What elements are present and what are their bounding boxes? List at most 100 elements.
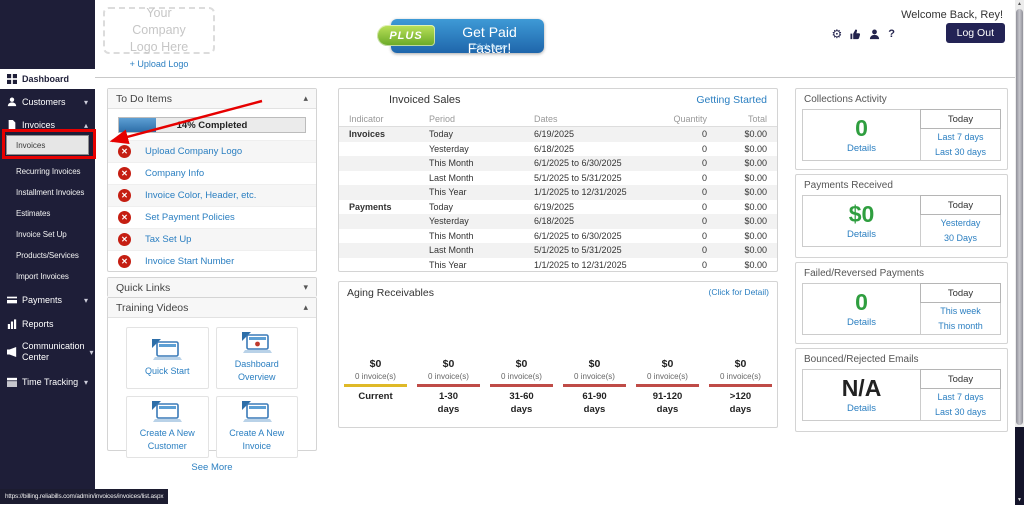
tab-this-week[interactable]: This week [921, 303, 1000, 319]
bucket-bar [344, 384, 407, 387]
scrollbar-thumb[interactable] [1016, 9, 1023, 425]
sidebar-subitem-estimates[interactable]: Estimates [0, 203, 95, 224]
todo-link[interactable]: Upload Company Logo [145, 146, 242, 157]
sidebar-subitem-invoices-selected[interactable]: Invoices [6, 135, 89, 155]
video-card-create-invoice[interactable]: Create A New Invoice [216, 396, 299, 458]
todo-link[interactable]: Company Info [145, 168, 204, 179]
help-icon[interactable]: ? [888, 28, 895, 40]
payments-received-panel: Payments Received $0 Details Today Yeste… [795, 174, 1008, 258]
sidebar-item-dashboard[interactable]: Dashboard [0, 69, 95, 89]
tab-last-30-days[interactable]: Last 30 days [921, 405, 1000, 421]
todo-link[interactable]: Tax Set Up [145, 234, 191, 245]
sidebar-item-reports[interactable]: Reports [0, 313, 95, 335]
table-row: This Year1/1/2025 to 12/31/20250$0.00 [339, 185, 777, 200]
sidebar-subitem-recurring-invoices[interactable]: Recurring Invoices [0, 161, 95, 182]
get-paid-faster-banner[interactable]: PLUS Get Paid Faster! Click here [391, 19, 544, 53]
sidebar-item-time-tracking[interactable]: Time Tracking ▾ [0, 369, 95, 395]
collapse-icon[interactable]: ▴ [303, 302, 308, 313]
stat-box: 0 Details Today This week This month [802, 283, 1001, 335]
tab-last-30-days[interactable]: Last 30 days [921, 145, 1000, 161]
bucket-bar [490, 384, 553, 387]
stat-tabs: Today Last 7 days Last 30 days [920, 110, 1000, 160]
getting-started-link[interactable]: Getting Started [696, 94, 767, 106]
aging-bucket-91-120[interactable]: $0 0 invoice(s) 91-120days [631, 358, 704, 417]
cell-total: $0.00 [707, 202, 777, 212]
tab-last-7-days[interactable]: Last 7 days [921, 129, 1000, 145]
video-card-create-customer[interactable]: Create A New Customer [126, 396, 209, 458]
video-card-quick-start[interactable]: Quick Start [126, 327, 209, 389]
details-link[interactable]: Details [847, 229, 876, 240]
scroll-down-arrow-icon[interactable]: ▼ [1015, 496, 1024, 505]
stat-left: 0 Details [803, 110, 920, 160]
tab-30-days[interactable]: 30 Days [921, 231, 1000, 247]
collapse-icon[interactable]: ▴ [303, 93, 308, 104]
tab-today[interactable]: Today [920, 369, 1001, 389]
cell-total: $0.00 [707, 173, 777, 183]
tab-this-month[interactable]: This month [921, 319, 1000, 335]
aging-bucket-61-90[interactable]: $0 0 invoice(s) 61-90days [558, 358, 631, 417]
user-icon[interactable] [869, 29, 880, 40]
expand-icon[interactable]: ▾ [303, 282, 308, 293]
bucket-amount: $0 [631, 358, 704, 370]
details-link[interactable]: Details [847, 403, 876, 414]
gear-icon[interactable]: ⚙ [832, 28, 843, 40]
aging-bucket-over-120[interactable]: $0 0 invoice(s) >120days [704, 358, 777, 417]
tab-yesterday[interactable]: Yesterday [921, 215, 1000, 231]
sidebar-subitem-installment-invoices[interactable]: Installment Invoices [0, 182, 95, 203]
tab-today[interactable]: Today [920, 195, 1001, 215]
incomplete-x-icon: ✕ [118, 167, 131, 180]
details-link[interactable]: Details [847, 143, 876, 154]
logout-button[interactable]: Log Out [946, 23, 1005, 43]
vertical-scrollbar[interactable]: ▲ ▼ [1015, 0, 1024, 505]
tab-last-7-days[interactable]: Last 7 days [921, 389, 1000, 405]
aging-bucket-current[interactable]: $0 0 invoice(s) Current [339, 358, 412, 417]
sidebar-item-communication-center[interactable]: Communication Center ▾ [0, 335, 95, 369]
tab-today[interactable]: Today [920, 109, 1001, 129]
cell-total: $0.00 [707, 260, 777, 270]
details-link[interactable]: Details [847, 317, 876, 328]
chevron-down-icon: ▾ [90, 348, 94, 357]
scroll-up-arrow-icon[interactable]: ▲ [1015, 0, 1024, 9]
bucket-bar [636, 384, 699, 387]
tab-today[interactable]: Today [920, 283, 1001, 303]
todo-link[interactable]: Invoice Start Number [145, 256, 234, 267]
todo-link[interactable]: Set Payment Policies [145, 212, 235, 223]
sidebar-item-customers[interactable]: Customers ▾ [0, 89, 95, 115]
cell-quantity: 0 [642, 158, 707, 168]
banner-click-here[interactable]: Click here [439, 42, 540, 51]
cell-period: This Year [429, 187, 534, 197]
sidebar-subitem-products-services[interactable]: Products/Services [0, 245, 95, 266]
sidebar-subitem-import-invoices[interactable]: Import Invoices [0, 266, 95, 287]
incomplete-x-icon: ✕ [118, 145, 131, 158]
cell-dates: 1/1/2025 to 12/31/2025 [534, 260, 642, 270]
cell-dates: 5/1/2025 to 5/31/2025 [534, 173, 642, 183]
click-for-detail-link[interactable]: (Click for Detail) [709, 287, 769, 299]
stat-title: Payments Received [796, 175, 1007, 193]
cell-quantity: 0 [642, 187, 707, 197]
training-videos-title: Training Videos [116, 302, 188, 314]
top-header: Your Company Logo Here + Upload Logo PLU… [95, 0, 1015, 78]
sidebar-item-invoices[interactable]: Invoices ▴ [0, 115, 95, 135]
cell-dates: 1/1/2025 to 12/31/2025 [534, 187, 642, 197]
aging-title: Aging Receivables [347, 287, 434, 299]
upload-logo-link[interactable]: + Upload Logo [103, 59, 215, 69]
thumbs-up-icon[interactable] [850, 29, 861, 40]
video-card-dashboard-overview[interactable]: Dashboard Overview [216, 327, 299, 389]
cell-dates: 6/18/2025 [534, 144, 642, 154]
see-more-link[interactable]: See More [108, 462, 316, 473]
bucket-label: 91-120days [631, 391, 704, 417]
todo-item: ✕ Upload Company Logo [108, 140, 316, 162]
todo-link[interactable]: Invoice Color, Header, etc. [145, 190, 256, 201]
sidebar-subitem-invoice-set-up[interactable]: Invoice Set Up [0, 224, 95, 245]
sidebar-item-payments[interactable]: Payments ▾ [0, 287, 95, 313]
sidebar-label: Dashboard [22, 74, 88, 85]
col-quantity: Quantity [642, 114, 707, 124]
aging-bucket-1-30[interactable]: $0 0 invoice(s) 1-30days [412, 358, 485, 417]
company-logo-placeholder[interactable]: Your Company Logo Here [103, 7, 215, 54]
table-row: Yesterday6/18/20250$0.00 [339, 142, 777, 157]
sidebar-label: Customers [22, 97, 79, 108]
aging-bucket-31-60[interactable]: $0 0 invoice(s) 31-60days [485, 358, 558, 417]
stat-left: $0 Details [803, 196, 920, 246]
sidebar-label: Payments [22, 295, 79, 306]
bucket-amount: $0 [704, 358, 777, 370]
